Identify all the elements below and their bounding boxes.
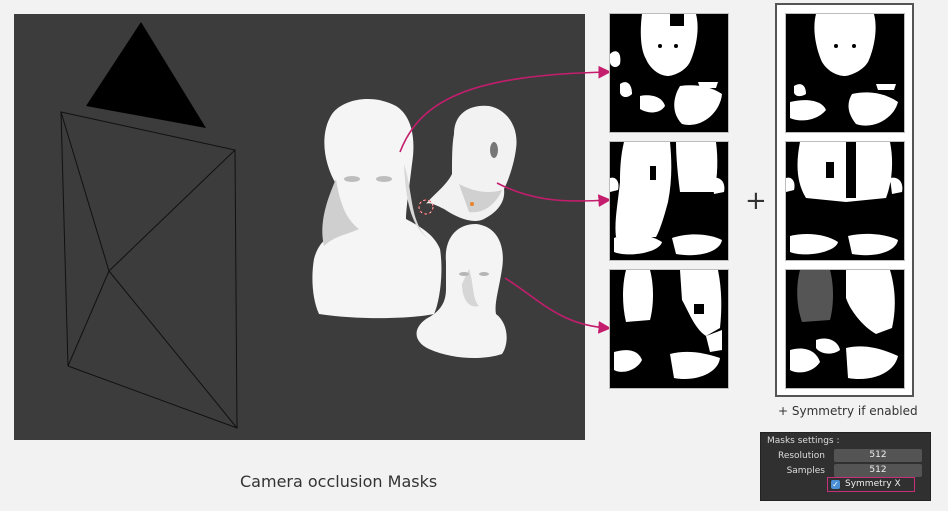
mask-threequarter [609,269,729,389]
main-caption: Camera occlusion Masks [240,472,438,491]
mask-front-symmetry [785,13,905,133]
samples-label: Samples [786,466,825,476]
origin-dot [470,202,474,206]
masks-settings-panel: Masks settings : Resolution 512 Samples … [760,432,931,501]
3d-viewport[interactable] [14,14,585,440]
symmetry-caption: + Symmetry if enabled [778,404,918,418]
head-bust-front [312,99,442,319]
mask-side-symmetry [785,141,905,261]
symmetry-x-checkbox-row[interactable]: ✓ Symmetry X [827,477,915,492]
camera-frustum [60,111,238,429]
mask-front [609,13,729,133]
plus-sign: + [745,186,767,216]
settings-title: Masks settings : [767,436,840,446]
symmetry-x-label: Symmetry X [845,479,901,489]
viewport-scene [60,22,517,429]
samples-field[interactable]: 512 [834,464,922,477]
mask-side [609,141,729,261]
resolution-label: Resolution [777,451,825,461]
camera-triangle [86,22,206,128]
resolution-field[interactable]: 512 [834,449,922,462]
mask-threequarter-symmetry [785,269,905,389]
symmetry-x-checkbox[interactable]: ✓ [831,480,840,489]
